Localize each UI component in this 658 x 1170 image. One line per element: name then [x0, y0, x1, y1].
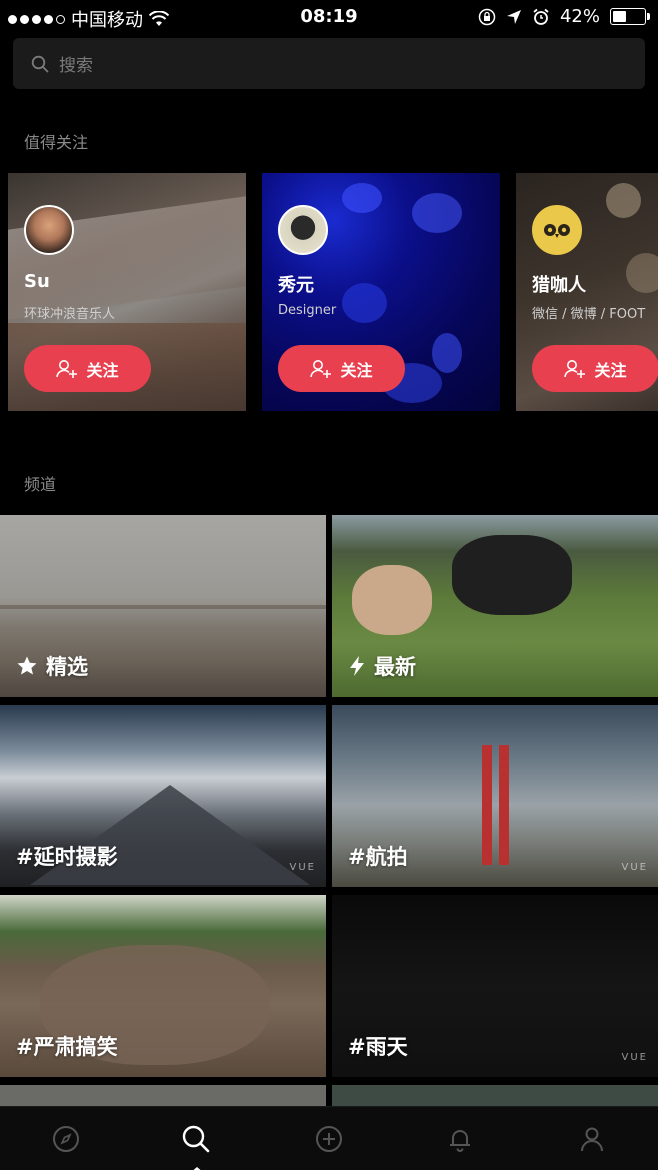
tab-profile[interactable] — [576, 1123, 608, 1155]
add-user-icon — [310, 359, 332, 378]
channel-tile[interactable]: 精选 — [0, 515, 326, 697]
channel-label: #航拍 — [348, 845, 408, 869]
follow-button[interactable]: 关注 — [532, 345, 658, 392]
follow-button[interactable]: 关注 — [278, 345, 405, 392]
profile-icon — [581, 1127, 603, 1152]
channel-label: #雨天 — [348, 1035, 408, 1059]
user-description: Designer — [278, 303, 337, 318]
channels-section-title: 频道 — [24, 475, 57, 494]
add-icon — [316, 1126, 342, 1152]
battery-percent: 42% — [559, 6, 600, 27]
channel-label: 精选 — [46, 655, 88, 679]
status-bar: 中国移动 08:19 42% — [0, 0, 658, 34]
vue-watermark: VUE — [621, 862, 648, 873]
user-name[interactable]: 猎咖人 — [532, 271, 586, 297]
tab-notifications[interactable] — [444, 1123, 476, 1155]
user-name[interactable]: Su — [24, 271, 50, 292]
channel-label: #延时摄影 — [16, 845, 118, 869]
channel-label: #严肃搞笑 — [16, 1035, 118, 1059]
location-icon — [506, 9, 521, 24]
avatar[interactable] — [24, 205, 74, 255]
owl-icon — [544, 224, 570, 238]
add-user-icon — [56, 359, 78, 378]
user-card[interactable]: Su 环球冲浪音乐人 关注 — [8, 173, 246, 411]
compass-icon — [53, 1126, 79, 1152]
user-description: 环球冲浪音乐人 — [24, 307, 116, 322]
channel-tile[interactable]: #航拍 VUE — [332, 705, 658, 887]
channel-tile[interactable]: #雨天 VUE — [332, 895, 658, 1077]
rotation-lock-icon — [478, 8, 496, 25]
featured-users-carousel[interactable]: Su 环球冲浪音乐人 关注 秀元 Designer 关注 猎咖人 微信 / 微博… — [8, 173, 658, 411]
channel-label: 最新 — [374, 655, 416, 679]
channel-tile[interactable]: #严肃搞笑 — [0, 895, 326, 1077]
featured-section-title: 值得关注 — [24, 133, 89, 152]
follow-button[interactable]: 关注 — [24, 345, 151, 392]
avatar[interactable] — [278, 205, 328, 255]
battery-icon — [610, 8, 650, 25]
star-icon — [17, 656, 37, 675]
search-placeholder[interactable]: 搜索 — [59, 51, 93, 76]
user-card[interactable]: 猎咖人 微信 / 微博 / FOOT 关注 — [516, 173, 658, 411]
search-icon — [182, 1125, 210, 1153]
lightning-icon — [350, 656, 364, 676]
tab-bar — [0, 1106, 658, 1170]
owl-logo-avatar[interactable] — [532, 205, 582, 255]
search-bar[interactable]: 搜索 — [13, 38, 645, 89]
channel-tile[interactable]: #延时摄影 VUE — [0, 705, 326, 887]
bell-icon — [450, 1130, 470, 1152]
alarm-icon — [533, 8, 549, 25]
user-card[interactable]: 秀元 Designer 关注 — [262, 173, 500, 411]
user-description: 微信 / 微博 / FOOT — [532, 307, 646, 322]
vue-watermark: VUE — [621, 1052, 648, 1063]
channel-tile[interactable]: 最新 — [332, 515, 658, 697]
tab-discover[interactable] — [50, 1123, 82, 1155]
add-user-icon — [564, 359, 586, 378]
tab-create[interactable] — [313, 1123, 345, 1155]
tab-search[interactable] — [180, 1123, 212, 1170]
user-name[interactable]: 秀元 — [278, 271, 314, 297]
search-icon — [31, 55, 49, 72]
vue-watermark: VUE — [289, 862, 316, 873]
